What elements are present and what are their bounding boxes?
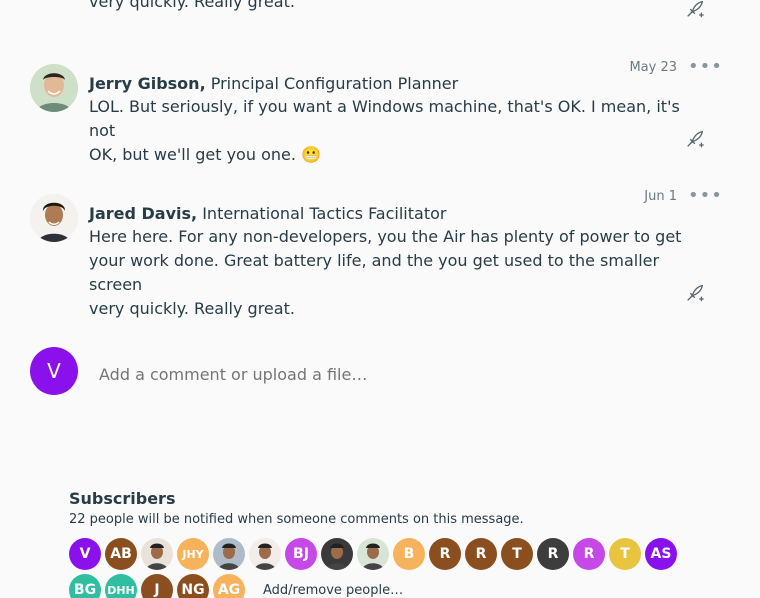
previous-comment-fragment: very quickly. Really great.	[89, 0, 295, 11]
jared-avatar-photo	[30, 194, 78, 242]
subscriber-avatar[interactable]	[249, 538, 281, 570]
subscriber-initials: AS	[650, 546, 672, 562]
subscriber-avatar[interactable]: AG	[213, 574, 245, 598]
subscriber-initials: R	[547, 546, 559, 562]
subscriber-initials: AG	[217, 582, 241, 598]
subscriber-initials: R	[439, 546, 451, 562]
subscribers-heading: Subscribers	[69, 489, 176, 508]
person-photo-icon	[362, 543, 384, 570]
add-remove-people-link[interactable]: Add/remove people…	[263, 583, 403, 598]
avatar[interactable]	[30, 194, 78, 242]
subscriber-initials: T	[620, 546, 630, 562]
subscriber-initials: T	[512, 546, 522, 562]
subscriber-avatar[interactable]	[213, 538, 245, 570]
subscriber-avatar[interactable]: B	[393, 538, 425, 570]
subscriber-avatar[interactable]	[321, 538, 353, 570]
subscriber-initials: R	[583, 546, 595, 562]
comment-body: Here here. For any non-developers, you t…	[89, 227, 682, 318]
person-photo-icon	[326, 543, 348, 570]
subscriber-avatar[interactable]: JHY	[177, 538, 209, 570]
message-comments-page: very quickly. Really great. Jerry Gibson…	[0, 0, 760, 598]
subscriber-avatar[interactable]: BG	[69, 574, 101, 598]
comment-body: LOL. But seriously, if you want a Window…	[89, 97, 680, 164]
author-title: Principal Configuration Planner	[210, 74, 459, 93]
subscriber-avatar[interactable]: R	[573, 538, 605, 570]
person-photo-icon	[254, 543, 276, 570]
subscriber-initials: BG	[73, 582, 97, 598]
subscriber-avatar[interactable]: NG	[177, 574, 209, 598]
subscriber-initials: J	[154, 582, 160, 598]
subscriber-avatar[interactable]: T	[501, 538, 533, 570]
subscriber-avatar[interactable]: AB	[105, 538, 137, 570]
subscriber-initials: NG	[181, 582, 205, 598]
subscriber-initials: R	[475, 546, 487, 562]
more-options-icon[interactable]: •••	[688, 187, 723, 205]
more-options-icon[interactable]: •••	[688, 58, 723, 76]
person-photo-icon	[218, 543, 240, 570]
subscriber-initials: DHH	[107, 583, 135, 597]
jerry-avatar-photo	[30, 64, 78, 112]
subscriber-avatar[interactable]: T	[609, 538, 641, 570]
boost-icon[interactable]	[684, 0, 706, 20]
subscriber-avatar[interactable]: V	[69, 538, 101, 570]
subscriber-avatar[interactable]	[141, 538, 173, 570]
subscriber-avatar[interactable]: R	[537, 538, 569, 570]
subscriber-avatar[interactable]: R	[465, 538, 497, 570]
add-comment-input[interactable]	[97, 364, 657, 385]
author-title: International Tactics Facilitator	[202, 204, 447, 223]
subscriber-avatar[interactable]: BJ	[285, 538, 317, 570]
subscriber-avatars-row: V AB JHY BJ B R R T R R T AS	[69, 538, 677, 570]
subscriber-avatar[interactable]: J	[141, 574, 173, 598]
subscriber-avatars-row: BG DHH J NG AG Add/remove people…	[69, 574, 403, 598]
avatar[interactable]	[30, 64, 78, 112]
person-photo-icon	[146, 543, 168, 570]
subscriber-initials: JHY	[182, 547, 204, 561]
comment-date[interactable]: May 23	[629, 60, 677, 75]
subscriber-avatar[interactable]: R	[429, 538, 461, 570]
subscriber-initials: AB	[110, 546, 132, 562]
subscriber-initials: V	[79, 546, 91, 562]
author-name[interactable]: Jared Davis,	[89, 204, 197, 223]
subscriber-avatar[interactable]	[357, 538, 389, 570]
subscriber-initials: BJ	[293, 546, 309, 562]
subscriber-avatar[interactable]: DHH	[105, 574, 137, 598]
boost-icon[interactable]	[684, 282, 706, 304]
subscriber-avatar[interactable]: AS	[645, 538, 677, 570]
subscriber-initials: B	[403, 546, 415, 562]
subscribers-note: 22 people will be notified when someone …	[69, 512, 524, 527]
author-name[interactable]: Jerry Gibson,	[89, 74, 206, 93]
comment-date[interactable]: Jun 1	[644, 189, 677, 204]
boost-icon[interactable]	[684, 128, 706, 150]
current-user-avatar: V	[30, 347, 78, 395]
